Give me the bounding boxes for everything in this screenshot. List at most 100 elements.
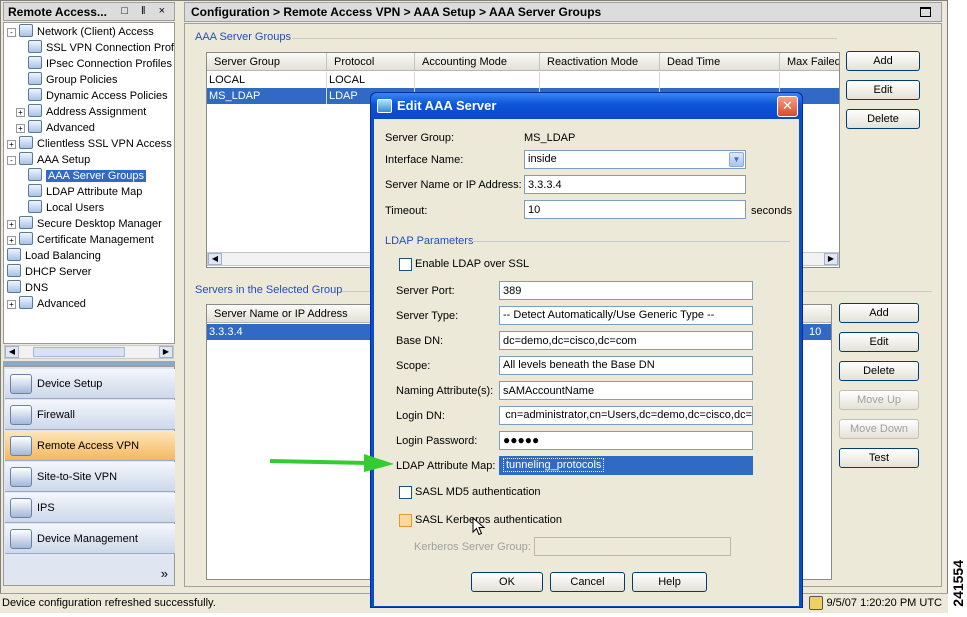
panel-window-icons[interactable]: □ ‖ ×	[121, 5, 170, 17]
expand-icon[interactable]: +	[7, 140, 16, 149]
server-type-select[interactable]: -- Detect Automatically/Use Generic Type…	[499, 306, 753, 325]
cancel-button[interactable]: Cancel	[550, 572, 625, 592]
table-row[interactable]: LOCAL LOCAL	[207, 72, 839, 88]
server-name-label: Server Name or IP Address:	[385, 179, 522, 191]
edit-group-button[interactable]: Edit	[846, 80, 920, 100]
column-header[interactable]: Protocol	[327, 53, 415, 71]
tree-item[interactable]: + Certificate Management	[7, 232, 154, 248]
tree-item[interactable]: DNS	[7, 280, 48, 296]
tree-item-label: Group Policies	[46, 74, 118, 86]
ldap-attribute-map-select[interactable]: tunneling_protocols	[499, 456, 753, 475]
tree-item[interactable]: Load Balancing	[7, 248, 101, 264]
ok-button[interactable]: OK	[471, 572, 543, 592]
tree-item-label: Advanced	[46, 122, 95, 134]
nav-button-ips[interactable]: IPS	[5, 493, 175, 523]
collapse-icon[interactable]: -	[7, 28, 16, 37]
tree-item[interactable]: + Advanced	[7, 296, 86, 312]
nav-button-remote-access-vpn[interactable]: Remote Access VPN	[5, 431, 175, 461]
scroll-thumb[interactable]	[33, 347, 125, 357]
tree-item[interactable]: IPsec Connection Profiles	[28, 56, 172, 72]
close-icon[interactable]: ✕	[777, 96, 798, 117]
chevron-down-icon[interactable]: ▼	[729, 152, 744, 167]
table-cell: LOCAL	[327, 72, 415, 88]
tree-horizontal-scrollbar[interactable]: ◀ ▶	[4, 345, 174, 359]
tree-item[interactable]: + Secure Desktop Manager	[7, 216, 162, 232]
mouse-cursor-icon	[472, 517, 486, 536]
tree-item-label: DNS	[25, 282, 49, 294]
base-dn-input[interactable]	[499, 331, 753, 350]
timeout-input[interactable]	[524, 200, 746, 219]
add-group-button[interactable]: Add	[846, 51, 920, 71]
dialog-app-icon	[377, 99, 392, 113]
move-down-button[interactable]: Move Down	[839, 419, 919, 439]
tree-item[interactable]: DHCP Server	[7, 264, 91, 280]
tree-node-icon	[19, 216, 33, 229]
server-port-input[interactable]	[499, 281, 753, 300]
expand-icon[interactable]: +	[7, 300, 16, 309]
column-header[interactable]: Accounting Mode	[415, 53, 540, 71]
dialog-title-bar[interactable]: Edit AAA Server ✕	[371, 93, 802, 119]
kerberos-group-label: Kerberos Server Group:	[414, 541, 531, 553]
scroll-left-icon[interactable]: ◀	[5, 346, 19, 358]
sasl-md5-label: SASL MD5 authentication	[415, 486, 541, 498]
expand-icon[interactable]: +	[16, 124, 25, 133]
nav-pane: Device Setup Firewall Remote Access VPN Sit…	[3, 366, 175, 586]
nav-button-firewall[interactable]: Firewall	[5, 400, 175, 430]
expand-icon[interactable]: +	[7, 236, 16, 245]
scope-label: Scope:	[396, 360, 431, 372]
enable-ssl-label: Enable LDAP over SSL	[415, 258, 530, 270]
maximize-icon[interactable]	[920, 7, 931, 17]
interface-name-select[interactable]: inside ▼	[524, 150, 746, 169]
tree-item[interactable]: + Clientless SSL VPN Access	[7, 136, 172, 152]
status-message: Device configuration refreshed successfu…	[2, 597, 216, 609]
table-cell	[780, 72, 839, 88]
column-header[interactable]: Max Failed	[780, 53, 839, 71]
server-name-input[interactable]	[524, 175, 746, 194]
help-button[interactable]: Help	[632, 572, 707, 592]
tree-item[interactable]: + Advanced	[16, 120, 95, 136]
more-options-icon[interactable]: »	[161, 566, 168, 581]
tree-item[interactable]: - Network (Client) Access	[7, 24, 154, 40]
scope-select[interactable]: All levels beneath the Base DN	[499, 356, 753, 375]
column-header[interactable]: Reactivation Mode	[540, 53, 660, 71]
tree-item-label: Address Assignment	[46, 106, 147, 118]
expand-icon[interactable]: +	[7, 220, 16, 229]
column-header[interactable]: Dead Time	[660, 53, 780, 71]
login-password-input[interactable]: ●●●●●	[499, 431, 753, 450]
delete-group-button[interactable]: Delete	[846, 109, 920, 129]
kerberos-group-input[interactable]	[534, 537, 731, 556]
tree-item[interactable]: SSL VPN Connection Profiles	[28, 40, 174, 56]
ldap-attribute-map-label: LDAP Attribute Map:	[396, 460, 496, 472]
sasl-kerberos-checkbox[interactable]	[399, 514, 412, 527]
nav-button-site-to-site-vpn[interactable]: Site-to-Site VPN	[5, 462, 175, 492]
collapse-icon[interactable]: -	[7, 156, 16, 165]
login-dn-input[interactable]: cn=administrator,cn=Users,dc=demo,dc=cis…	[499, 406, 753, 425]
login-password-label: Login Password:	[396, 435, 478, 447]
add-server-button[interactable]: Add	[839, 303, 919, 323]
tree-item[interactable]: Dynamic Access Policies	[28, 88, 168, 104]
test-server-button[interactable]: Test	[839, 448, 919, 468]
scroll-right-icon[interactable]: ▶	[159, 346, 173, 358]
tree-item[interactable]: Group Policies	[28, 72, 118, 88]
nav-button-device-setup[interactable]: Device Setup	[5, 369, 175, 399]
tree-item-label: Network (Client) Access	[37, 26, 154, 38]
scroll-right-icon[interactable]: ▶	[824, 253, 838, 265]
tree-item[interactable]: Local Users	[28, 200, 104, 216]
scroll-left-icon[interactable]: ◀	[208, 253, 222, 265]
nav-button-label: Device Management	[37, 533, 138, 545]
expand-icon[interactable]: +	[16, 108, 25, 117]
column-header[interactable]: Server Group	[207, 53, 327, 71]
delete-server-button[interactable]: Delete	[839, 361, 919, 381]
server-port-label: Server Port:	[396, 285, 455, 297]
server-group-label: Server Group:	[385, 132, 455, 144]
tree-item[interactable]: AAA Server Groups	[28, 168, 146, 184]
move-up-button[interactable]: Move Up	[839, 390, 919, 410]
nav-button-device-management[interactable]: Device Management	[5, 524, 175, 554]
edit-server-button[interactable]: Edit	[839, 332, 919, 352]
sasl-md5-checkbox[interactable]	[399, 486, 412, 499]
enable-ssl-checkbox[interactable]	[399, 258, 412, 271]
tree-item[interactable]: + Address Assignment	[16, 104, 146, 120]
tree-item[interactable]: - AAA Setup	[7, 152, 90, 168]
naming-attribute-input[interactable]	[499, 381, 753, 400]
tree-item[interactable]: LDAP Attribute Map	[28, 184, 142, 200]
